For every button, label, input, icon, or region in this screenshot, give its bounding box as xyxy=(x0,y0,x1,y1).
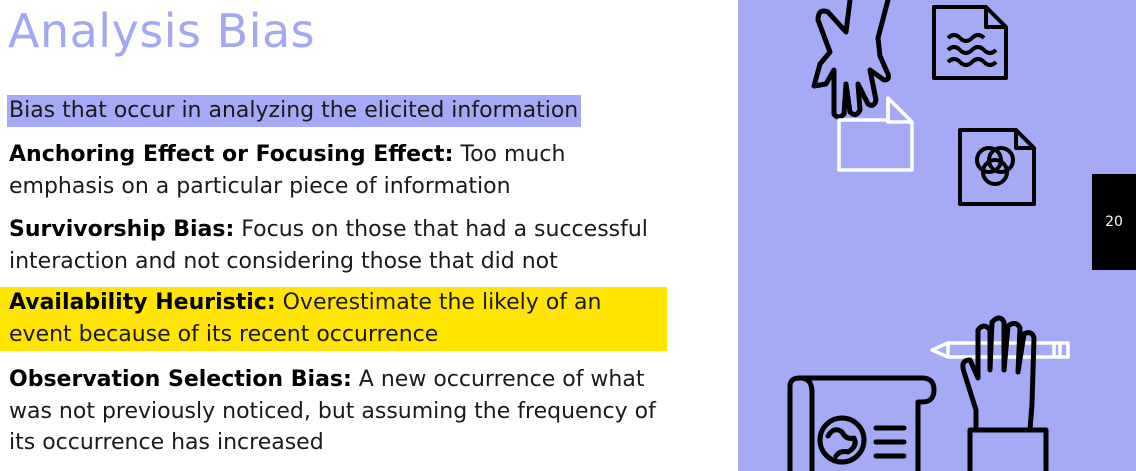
document-wave-icon xyxy=(932,5,1008,80)
intro-text: Bias that occur in analyzing the elicite… xyxy=(7,95,582,127)
slide-title: Analysis Bias xyxy=(8,4,316,58)
bias-item-anchoring: Anchoring Effect or Focusing Effect: Too… xyxy=(9,139,659,202)
raised-hand-icon xyxy=(960,315,1049,471)
bias-term: Availability Heuristic: xyxy=(9,290,276,315)
page-number: 20 xyxy=(1105,214,1123,230)
bias-term: Anchoring Effect or Focusing Effect: xyxy=(9,142,454,167)
bias-item-survivorship: Survivorship Bias: Focus on those that h… xyxy=(9,214,659,277)
bias-item-observation: Observation Selection Bias: A new occurr… xyxy=(9,364,659,459)
page-number-tab: 20 xyxy=(1092,174,1136,270)
pencil-icon xyxy=(930,341,1070,359)
venn-document-icon xyxy=(958,128,1036,206)
bias-item-availability: Availability Heuristic: Overestimate the… xyxy=(0,287,667,351)
bias-term: Observation Selection Bias: xyxy=(9,367,352,392)
illustration xyxy=(787,0,1070,471)
bias-term: Survivorship Bias: xyxy=(9,217,235,242)
illustration-panel xyxy=(738,0,1136,471)
slide: Analysis Bias Bias that occur in analyzi… xyxy=(0,0,1136,471)
scroll-globe-icon xyxy=(787,375,937,471)
hand-icon xyxy=(811,0,891,120)
